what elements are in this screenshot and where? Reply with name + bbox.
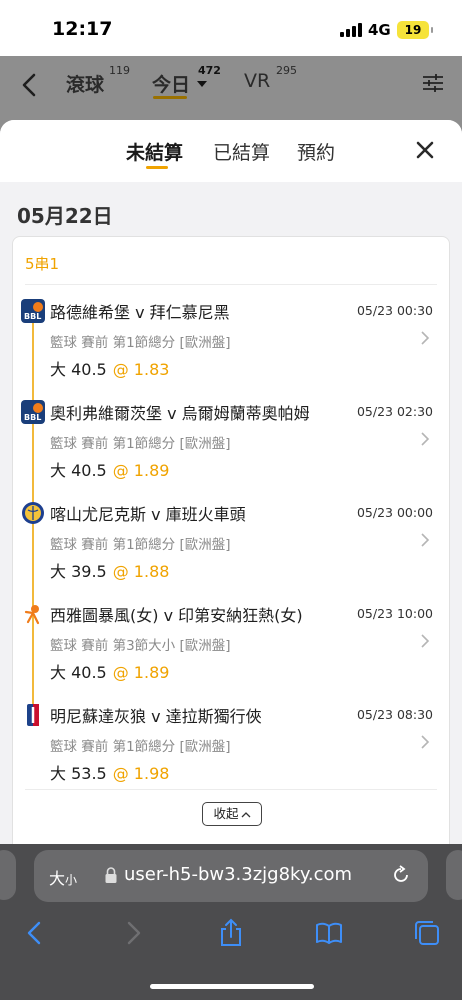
sheet-header: 未結算 已結算 預約 (0, 120, 462, 182)
tab-inplay-count: 119 (109, 64, 130, 77)
market-info: 籃球 賽前 第1節總分 [歐洲盤] (50, 537, 231, 553)
divider (25, 284, 437, 285)
chevron-right-icon[interactable] (418, 329, 432, 347)
bookmarks-icon[interactable] (314, 918, 344, 948)
date-heading: 05月22日 (17, 204, 113, 228)
browser-forward-icon[interactable] (118, 918, 148, 948)
collapse-button[interactable]: 收起 (202, 802, 262, 826)
selection-line: 大 53.5 (50, 764, 107, 783)
browser-toolbar: 大小 user-h5-bw3.3zjg8ky.com (0, 844, 462, 1000)
kickoff-time: 05/23 00:30 (356, 303, 433, 318)
wnba-icon (24, 605, 40, 625)
selection-odds: @ 1.89 (112, 461, 170, 480)
share-icon[interactable] (216, 918, 246, 948)
chevron-right-icon[interactable] (418, 632, 432, 650)
kickoff-time: 05/23 00:00 (356, 505, 433, 520)
bbl-icon: BBL (21, 400, 45, 424)
bbl-icon: BBL (21, 299, 45, 323)
reload-icon[interactable] (390, 864, 412, 886)
kickoff-time: 05/23 08:30 (356, 707, 433, 722)
selection-line: 大 40.5 (50, 461, 107, 480)
svg-text:BBL: BBL (24, 413, 41, 422)
filter-sliders-icon[interactable] (420, 70, 446, 96)
bet-leg[interactable]: 喀山尤尼克斯 v 庫班火車頭 05/23 00:00 籃球 賽前 第1節總分 [… (13, 501, 451, 593)
selection: 大 40.5 @ 1.89 (50, 457, 169, 481)
text-size-large: 大 (49, 869, 66, 888)
selection-odds: @ 1.98 (112, 764, 170, 783)
home-indicator (150, 984, 314, 989)
chevron-right-icon[interactable] (418, 733, 432, 751)
match-teams: 明尼蘇達灰狼 v 達拉斯獨行俠 (50, 707, 262, 726)
tab-reserved[interactable]: 預約 (297, 138, 335, 165)
nba-icon (27, 704, 39, 726)
browser-back-icon[interactable] (20, 918, 50, 948)
tab-settled[interactable]: 已結算 (213, 138, 270, 165)
bet-record-sheet: 未結算 已結算 預約 05月22日 5串1 BBL 路德維希堡 v 拜仁慕尼黑 … (0, 120, 462, 844)
selection: 大 53.5 @ 1.98 (50, 760, 169, 784)
selection-odds: @ 1.88 (112, 562, 170, 581)
market-info: 籃球 賽前 第1節總分 [歐洲盤] (50, 739, 231, 755)
close-icon[interactable] (413, 138, 437, 162)
tab-unsettled[interactable]: 未結算 (126, 138, 183, 165)
kickoff-time: 05/23 02:30 (356, 404, 433, 419)
url-text: user-h5-bw3.3zjg8ky.com (124, 864, 353, 885)
selection: 大 40.5 @ 1.83 (50, 356, 169, 380)
text-size-small: 小 (65, 873, 78, 887)
svg-text:BBL: BBL (24, 312, 41, 321)
market-info: 籃球 賽前 第1節總分 [歐洲盤] (50, 335, 231, 351)
match-teams: 奧利弗維爾茨堡 v 烏爾姆蘭蒂奧帕姆 (50, 404, 310, 423)
text-size-button[interactable]: 大小 (49, 865, 77, 889)
bet-leg[interactable]: 西雅圖暴風(女) v 印第安納狂熱(女) 05/23 10:00 籃球 賽前 第… (13, 602, 451, 694)
match-teams: 西雅圖暴風(女) v 印第安納狂熱(女) (50, 606, 303, 625)
back-arrow-icon[interactable] (16, 70, 42, 100)
network-type: 4G (368, 21, 391, 39)
tabs-icon[interactable] (412, 918, 442, 948)
bet-leg[interactable]: BBL 奧利弗維爾茨堡 v 烏爾姆蘭蒂奧帕姆 05/23 02:30 籃球 賽前… (13, 400, 451, 492)
parlay-bet-card: 5串1 BBL 路德維希堡 v 拜仁慕尼黑 05/23 00:30 籃球 賽前 … (12, 236, 450, 844)
bet-leg[interactable]: 明尼蘇達灰狼 v 達拉斯獨行俠 05/23 08:30 籃球 賽前 第1節總分 … (13, 703, 451, 795)
tab-inplay[interactable]: 滾球 (66, 70, 104, 97)
market-info: 籃球 賽前 第3節大小 [歐洲盤] (50, 638, 231, 654)
tab-today-count: 472 (198, 64, 221, 77)
top-navigation: 滾球 119 今日 472 VR 295 (0, 56, 462, 120)
kickoff-time: 05/23 10:00 (356, 606, 433, 621)
selection-line: 大 40.5 (50, 663, 107, 682)
lock-icon (105, 867, 117, 883)
next-tab-peek[interactable] (446, 850, 462, 900)
status-bar: 12:17 4G 19 (0, 0, 462, 56)
market-info: 籃球 賽前 第1節總分 [歐洲盤] (50, 436, 231, 452)
chevron-up-icon (241, 811, 250, 817)
selection: 大 39.5 @ 1.88 (50, 558, 169, 582)
status-time: 12:17 (52, 18, 113, 40)
address-bar[interactable]: 大小 user-h5-bw3.3zjg8ky.com (34, 850, 428, 902)
match-teams: 路德維希堡 v 拜仁慕尼黑 (50, 303, 230, 322)
basketball-league-icon (22, 502, 44, 524)
tab-vr[interactable]: VR (244, 70, 270, 92)
selection-odds: @ 1.83 (112, 360, 170, 379)
previous-tab-peek[interactable] (0, 850, 16, 900)
collapse-label: 收起 (213, 806, 239, 821)
selection-odds: @ 1.89 (112, 663, 170, 682)
active-tab-underline (153, 96, 187, 99)
battery-icon: 19 (397, 21, 433, 39)
cellular-signal-icon (340, 23, 362, 37)
chevron-right-icon[interactable] (418, 430, 432, 448)
divider (25, 789, 437, 790)
selection-line: 大 40.5 (50, 360, 107, 379)
chevron-right-icon[interactable] (418, 531, 432, 549)
parlay-type: 5串1 (25, 255, 60, 273)
active-tab-indicator (146, 166, 168, 169)
tab-today[interactable]: 今日 (152, 70, 190, 97)
chevron-down-icon[interactable] (197, 81, 207, 87)
tab-vr-count: 295 (276, 64, 297, 77)
match-teams: 喀山尤尼克斯 v 庫班火車頭 (50, 505, 246, 524)
bet-leg[interactable]: BBL 路德維希堡 v 拜仁慕尼黑 05/23 00:30 籃球 賽前 第1節總… (13, 299, 451, 391)
selection: 大 40.5 @ 1.89 (50, 659, 169, 683)
selection-line: 大 39.5 (50, 562, 107, 581)
